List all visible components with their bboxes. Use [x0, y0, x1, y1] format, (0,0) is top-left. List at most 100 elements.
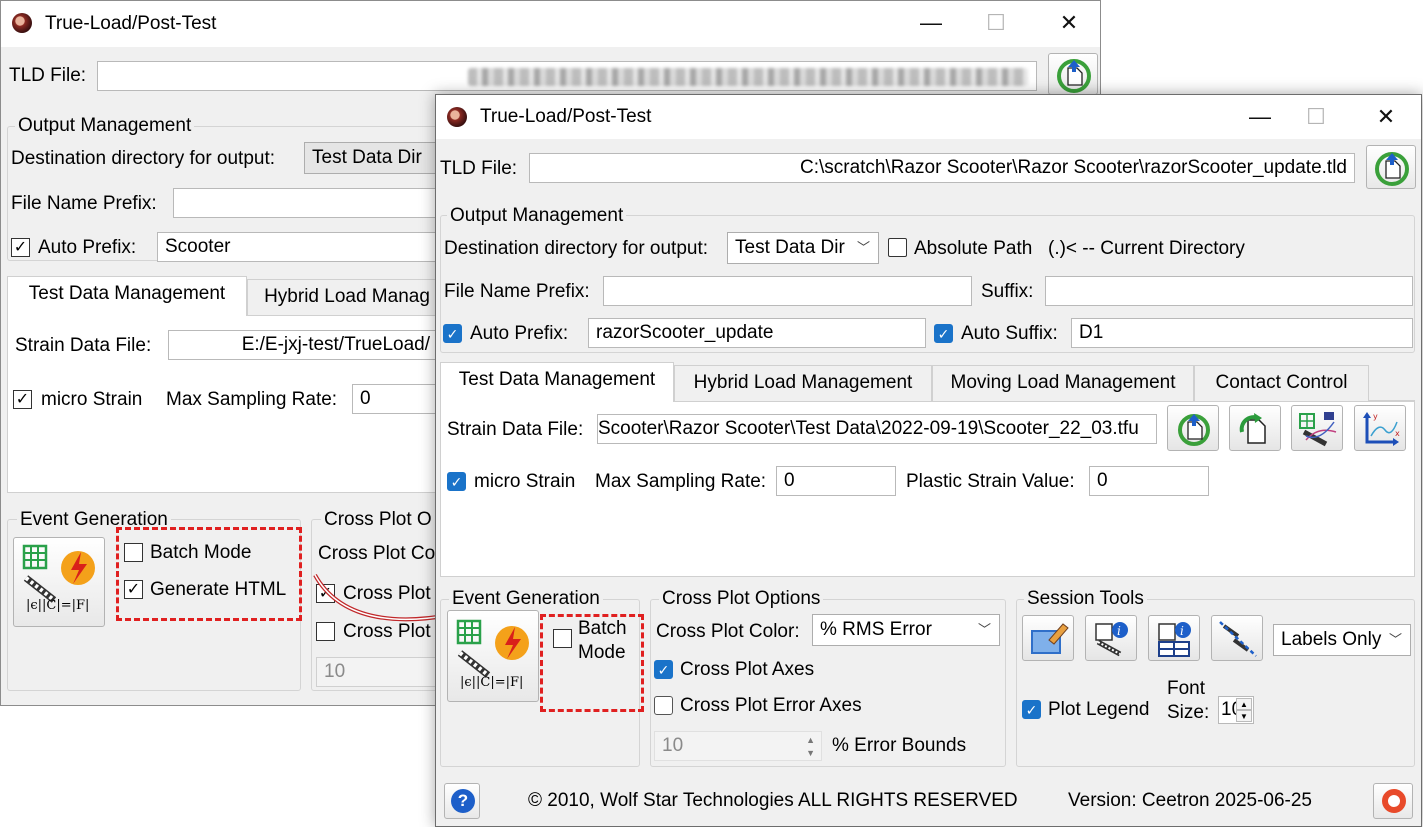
max-rate-label: Max Sampling Rate:	[166, 389, 338, 410]
front-event-generate-button[interactable]: |ϵ||C|=|F|	[447, 610, 539, 702]
auto-suffix-value: D1	[1079, 322, 1104, 343]
plot-axes-button[interactable]: y x	[1354, 405, 1406, 451]
back-tab-test-data[interactable]: Test Data Management	[7, 276, 247, 316]
plot-legend-checkbox[interactable]: ✓	[1022, 700, 1041, 719]
front-tabstrip: Test Data Management Hybrid Load Managem…	[440, 362, 1415, 402]
hide-gauges-icon	[1219, 621, 1257, 657]
tld-file-input[interactable]	[97, 61, 1037, 91]
micro-strain-checkbox[interactable]: ✓	[13, 390, 32, 409]
auto-prefix-value: Scooter	[165, 236, 231, 257]
back-bounds-input[interactable]: 10	[316, 657, 441, 687]
cross-err-axes-checkbox[interactable]	[654, 696, 673, 715]
gauge-info-button[interactable]: i	[1085, 615, 1137, 661]
minimize-icon[interactable]: —	[1240, 103, 1280, 131]
open-strain-file-button[interactable]	[1167, 405, 1219, 451]
highlight-box-back	[116, 527, 302, 621]
tab-contact-control[interactable]: Contact Control	[1194, 365, 1369, 401]
formula-label: |ϵ||C|=|F|	[460, 675, 524, 690]
cross-axes-checkbox[interactable]: ✓	[654, 660, 673, 679]
tab-test-data-management[interactable]: Test Data Management	[440, 362, 674, 402]
auto-suffix-checkbox[interactable]: ✓	[934, 324, 953, 343]
session-tools-title: Session Tools	[1024, 588, 1147, 610]
auto-prefix-checkbox[interactable]: ✓	[443, 324, 462, 343]
labels-select[interactable]: Labels Only ﹀	[1273, 624, 1411, 656]
max-rate-input[interactable]: 0	[776, 466, 896, 496]
font-size-label-line1: Font	[1167, 678, 1206, 699]
auto-prefix-input[interactable]: razorScooter_update	[588, 318, 926, 348]
tab-label: Moving Load Management	[950, 372, 1176, 393]
eraser-icon	[1031, 623, 1069, 654]
hide-gauges-button[interactable]	[1211, 615, 1263, 661]
table-info-icon: i	[1158, 622, 1191, 657]
tab-label: Hybrid Load Manag	[264, 286, 430, 307]
strain-gauge-icon	[1299, 412, 1337, 447]
font-size-spinner[interactable]: 10 ▲ ▼	[1218, 696, 1254, 724]
reload-file-icon	[1239, 413, 1266, 444]
plot-axes-icon: y x	[1363, 412, 1400, 446]
cross-color-label: Cross Plot Color:	[656, 621, 800, 642]
dest-dir-select[interactable]: Test Data Dir	[304, 142, 444, 174]
support-button[interactable]	[1373, 783, 1413, 819]
close-icon[interactable]: ✕	[1366, 103, 1406, 131]
auto-prefix-input[interactable]: Scooter	[157, 232, 447, 262]
auto-suffix-input[interactable]: D1	[1071, 318, 1413, 348]
open-tld-button[interactable]	[1048, 53, 1098, 95]
dest-dir-label: Destination directory for output:	[444, 238, 709, 259]
max-rate-value: 0	[784, 470, 795, 491]
dest-dir-value: Test Data Dir	[312, 147, 422, 168]
chevron-down-icon: ﹀	[977, 622, 991, 637]
spin-up-icon[interactable]: ▲	[1236, 698, 1252, 710]
error-bounds-label: % Error Bounds	[832, 735, 967, 756]
app-icon	[12, 13, 32, 33]
tld-file-label: TLD File:	[9, 65, 87, 86]
prefix-input[interactable]	[603, 276, 972, 306]
chevron-down-icon: ﹀	[856, 240, 870, 255]
back-event-generate-button[interactable]: |ϵ||C|=|F|	[13, 537, 105, 627]
svg-text:i: i	[1180, 624, 1184, 638]
open-file-icon	[1178, 414, 1210, 446]
prefix-input[interactable]	[173, 188, 443, 218]
minimize-icon[interactable]: —	[911, 9, 951, 37]
help-button[interactable]: ?	[444, 783, 480, 819]
tld-file-input[interactable]: C:\scratch\Razor Scooter\Razor Scooter\r…	[529, 153, 1355, 183]
absolute-path-checkbox[interactable]	[888, 238, 907, 257]
cross-color-select[interactable]: % RMS Error ﹀	[812, 614, 1000, 646]
auto-prefix-checkbox[interactable]: ✓	[11, 238, 30, 257]
auto-prefix-value: razorScooter_update	[596, 322, 774, 343]
back-output-title: Output Management	[15, 115, 195, 137]
spin-down-icon[interactable]: ▼	[806, 739, 815, 760]
micro-strain-checkbox[interactable]: ✓	[447, 472, 466, 491]
open-tld-button[interactable]	[1366, 145, 1416, 189]
clear-session-button[interactable]	[1022, 615, 1074, 661]
back-cross-color-label: Cross Plot Co	[318, 543, 436, 564]
cross-axes-label: Cross Plot Axes	[680, 659, 815, 680]
strain-file-input[interactable]: Scooter\Razor Scooter\Test Data\2022-09-…	[597, 414, 1157, 444]
dest-dir-select[interactable]: Test Data Dir ﹀	[727, 232, 879, 264]
max-rate-input[interactable]: 0	[352, 384, 442, 414]
reload-file-button[interactable]	[1229, 405, 1281, 451]
labels-value: Labels Only	[1281, 629, 1382, 650]
plastic-strain-label: Plastic Strain Value:	[906, 471, 1075, 492]
front-titlebar: True-Load/Post-Test — ☐ ✕	[436, 95, 1421, 139]
suffix-input[interactable]	[1045, 276, 1413, 306]
table-info-button[interactable]: i	[1148, 615, 1200, 661]
micro-strain-label: micro Strain	[474, 471, 576, 492]
auto-prefix-label: Auto Prefix:	[38, 237, 137, 258]
error-bounds-input[interactable]: 10 ▲ ▼	[654, 731, 822, 761]
cross-err-axes-label: Cross Plot Error Axes	[680, 695, 862, 716]
strain-file-input[interactable]: E:/E-jxj-test/TrueLoad/	[168, 330, 438, 360]
close-icon[interactable]: ✕	[1049, 9, 1089, 37]
maximize-icon[interactable]: ☐	[976, 9, 1016, 37]
blurred-path	[468, 68, 1028, 86]
tab-moving-load-management[interactable]: Moving Load Management	[932, 365, 1194, 401]
back-bounds-value: 10	[324, 661, 346, 682]
back-titlebar: True-Load/Post-Test — ☐ ✕	[1, 1, 1100, 47]
spin-down-icon[interactable]: ▼	[1236, 710, 1252, 722]
app-icon	[447, 107, 467, 127]
tab-label: Hybrid Load Management	[693, 372, 913, 393]
plastic-strain-input[interactable]: 0	[1089, 466, 1209, 496]
tab-hybrid-load-management[interactable]: Hybrid Load Management	[674, 365, 932, 401]
back-tab-hybrid[interactable]: Hybrid Load Manag	[247, 279, 447, 315]
maximize-icon[interactable]: ☐	[1296, 103, 1336, 131]
strain-gauge-button[interactable]	[1291, 405, 1343, 451]
